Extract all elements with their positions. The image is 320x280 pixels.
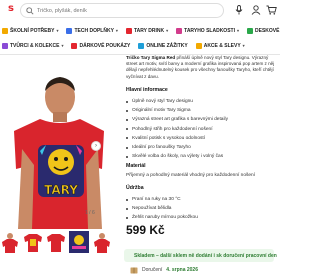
care-item: Praní na ruky na 30 °C xyxy=(126,197,181,202)
search-input[interactable] xyxy=(37,6,187,16)
nav-item-label: TARY DRINK xyxy=(133,27,165,34)
nav-item-label: TVŮRCI & KOLEKCE xyxy=(10,42,60,49)
product-title: Tričko Tary Sigma Red xyxy=(126,55,176,60)
nav-item-label: ŠKOLNÍ POTŘEBY xyxy=(10,27,55,34)
stock-status: Skladem – další sklem ně dodání i sk dor… xyxy=(124,249,277,262)
feature-item: Ideální pro fanoušky Taryho xyxy=(126,145,191,150)
nav-item-label: TARYHO SLADKOSTI xyxy=(184,27,235,34)
nav-primary-item-1[interactable]: ŠKOLNÍ POTŘEBY ▾ xyxy=(2,27,59,34)
thumbnail-2[interactable] xyxy=(23,231,43,253)
product-description: Tričko Tary Sigma Red přináší úplně nový… xyxy=(126,55,278,80)
features-heading: Hlavní informace xyxy=(126,87,168,93)
feature-item: Kvalitní potisk s vysokou odolností xyxy=(126,136,205,141)
user-icon[interactable] xyxy=(251,5,261,15)
category-nav-primary: ŠKOLNÍ POTŘEBY ▾ TECH DOPLŇKY ▾ TARY DRINK ▾ T… xyxy=(0,24,280,37)
delivery-info: Doručení 4. srpna 2026 xyxy=(130,266,198,274)
bullet-icon xyxy=(126,155,128,158)
feature-item-text: Originální motiv Tary Sigma xyxy=(132,108,191,114)
logo[interactable]: s xyxy=(8,4,14,14)
feature-item-text: Úplně nový styl Tary designu xyxy=(132,99,193,104)
chevron-down-icon: ▾ xyxy=(242,43,245,48)
feature-item: Pohodlný střih pro každodenní nošení xyxy=(126,127,213,132)
care-item: Nepoužívat bělidla xyxy=(126,206,171,211)
cart-icon[interactable] xyxy=(266,5,277,15)
delivery-prefix: Doručení xyxy=(142,267,163,273)
bullet-icon xyxy=(126,216,128,219)
bullet-icon xyxy=(126,118,128,121)
material-heading: Materiál xyxy=(126,163,146,169)
product-gallery[interactable]: TARY › xyxy=(0,57,106,229)
nav-secondary-item-4[interactable]: AKCE & SLEVY ▾ xyxy=(195,42,245,49)
nav-primary-item-3[interactable]: TARY DRINK ▾ xyxy=(125,27,169,34)
product-price: 599 Kč xyxy=(126,223,165,237)
nav-primary-item-5[interactable]: DESKOVÉ HRY xyxy=(247,27,280,34)
thumbnail-1[interactable] xyxy=(0,231,20,253)
nav-item-label: AKCE & SLEVY xyxy=(203,42,241,49)
nav-item-label: TECH DOPLŇKY xyxy=(74,27,114,34)
chevron-down-icon: ▾ xyxy=(236,28,239,33)
thumbnail-3[interactable] xyxy=(46,231,66,253)
thumbnail-4[interactable] xyxy=(69,231,89,253)
package-icon xyxy=(130,267,138,274)
delivery-date: 4. srpna 2026 xyxy=(166,267,198,273)
chevron-down-icon: ▾ xyxy=(61,43,64,48)
thumbnail-strip xyxy=(0,231,112,253)
care-item-text: Nepoužívat bělidla xyxy=(132,206,172,211)
nav-primary-item-2[interactable]: TECH DOPLŇKY ▾ xyxy=(66,27,118,34)
bullet-icon xyxy=(126,137,128,140)
shirt-print-logo: TARY xyxy=(44,183,78,197)
category-icon xyxy=(71,42,78,49)
category-icon xyxy=(125,27,132,34)
gallery-next-button[interactable]: › xyxy=(91,141,101,151)
nav-item-label: DÁRKOVÉ POUKÁZY xyxy=(79,42,131,49)
feature-item-text: Kvalitní potisk s vysokou odolností xyxy=(132,135,206,141)
care-item: Žehlit naruby mírnou pokožkou xyxy=(126,215,198,220)
gallery-counter: 1 / 6 xyxy=(85,210,95,216)
microphone-icon[interactable] xyxy=(235,5,243,15)
nav-secondary-item-3[interactable]: ONLINE ZÁŽITKY xyxy=(138,42,188,49)
thumbnail-5[interactable] xyxy=(92,231,112,253)
nav-primary-item-4[interactable]: TARYHO SLADKOSTI ▾ xyxy=(176,27,239,34)
feature-item: Úplně nový styl Tary designu xyxy=(126,99,193,104)
chevron-down-icon: ▾ xyxy=(166,28,169,33)
category-icon xyxy=(2,27,8,34)
search-icon xyxy=(26,7,34,15)
material-text: Příjemný a pohodlný materiál vhodný pro … xyxy=(126,173,256,178)
category-nav-secondary: TVŮRCI & KOLEKCE ▾ DÁRKOVÉ POUKÁZY ONLINE Z… xyxy=(0,39,280,52)
search-bar[interactable] xyxy=(20,3,224,18)
chevron-down-icon: ▾ xyxy=(115,28,118,33)
nav-secondary-item-1[interactable]: TVŮRCI & KOLEKCE ▾ xyxy=(2,42,64,49)
feature-item-text: Skvělé volba do školy, na výlety i volný… xyxy=(132,154,224,160)
bullet-icon xyxy=(126,207,128,210)
category-icon xyxy=(66,27,73,34)
feature-item: Výrazná street art grafika s barevnými d… xyxy=(126,117,228,122)
category-icon xyxy=(138,42,145,49)
category-icon xyxy=(195,42,202,49)
nav-secondary-item-2[interactable]: DÁRKOVÉ POUKÁZY xyxy=(71,42,131,49)
feature-item-text: Ideální pro fanoušky Taryho xyxy=(132,145,191,150)
feature-item: Skvělé volba do školy, na výlety i volný… xyxy=(126,154,223,159)
category-icon xyxy=(2,42,8,49)
care-item-text: Žehlit naruby mírnou pokožkou xyxy=(132,215,198,220)
bullet-icon xyxy=(126,146,128,149)
stock-text: Skladem – další sklem ně dodání i sk dor… xyxy=(134,252,277,259)
feature-item-text: Pohodlný střih pro každodenní nošení xyxy=(132,126,213,132)
chevron-down-icon: ▾ xyxy=(56,28,59,33)
category-icon xyxy=(247,27,253,34)
feature-item-text: Výrazná street art grafika s barevnými d… xyxy=(132,117,228,123)
feature-item: Originální motiv Tary Sigma xyxy=(126,108,191,113)
category-icon xyxy=(176,27,183,34)
product-main-image: TARY xyxy=(0,57,106,229)
bullet-icon xyxy=(126,128,128,131)
nav-item-label: DESKOVÉ HRY xyxy=(255,27,280,34)
care-item-text: Praní na ruky na 30 °C xyxy=(132,197,181,202)
bullet-icon xyxy=(126,198,128,201)
bullet-icon xyxy=(126,100,128,103)
nav-item-label: ONLINE ZÁŽITKY xyxy=(146,42,188,49)
bullet-icon xyxy=(126,109,128,112)
care-heading: Údržba xyxy=(126,185,144,191)
